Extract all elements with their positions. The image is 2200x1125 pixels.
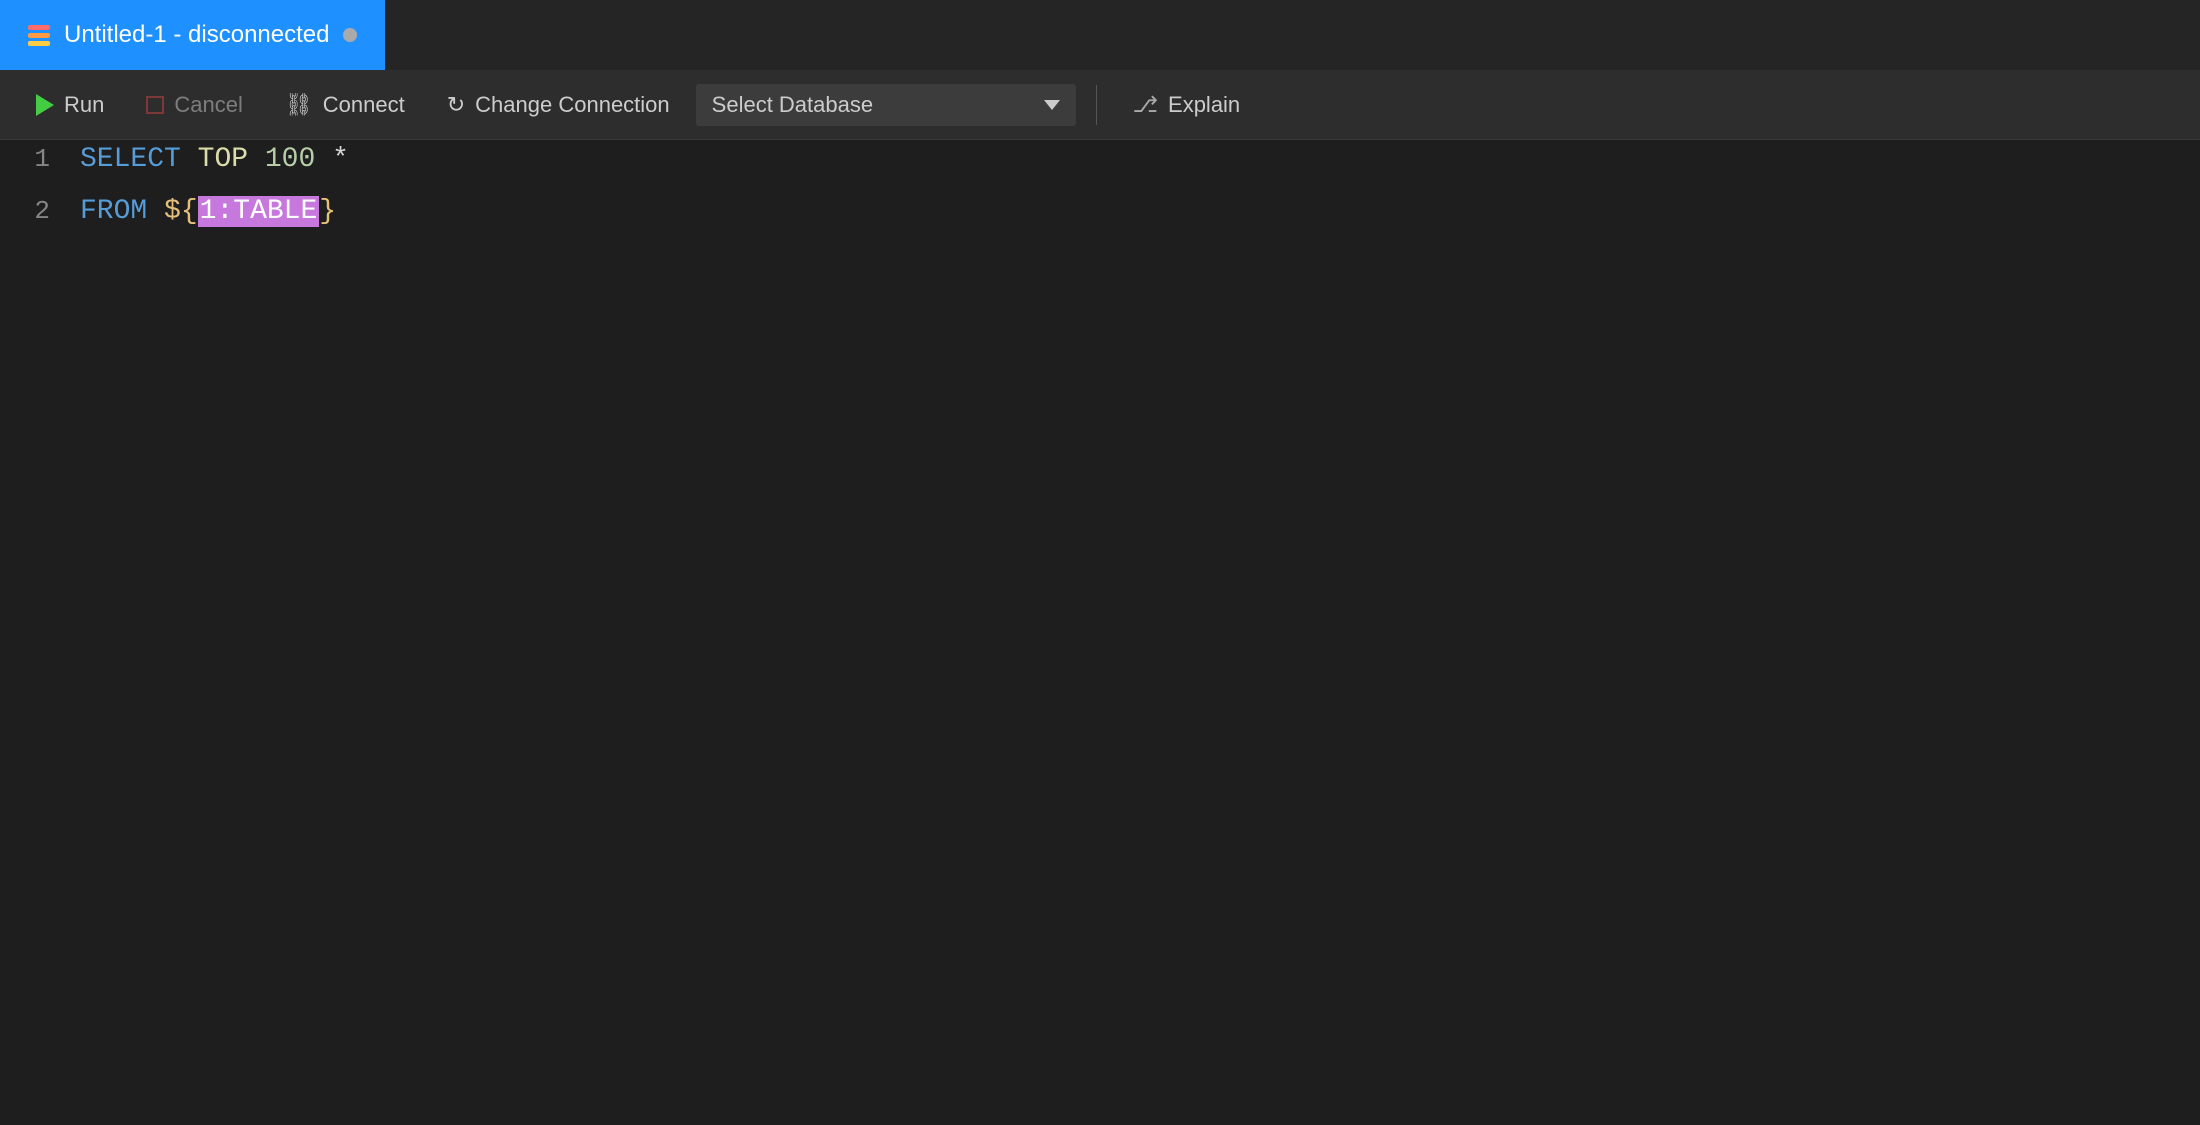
asterisk: * (332, 144, 349, 175)
snippet-content: 1:TABLE (198, 196, 320, 227)
keyword-select: SELECT (80, 144, 181, 175)
code-line-2: 2 FROM $ { 1:TABLE } (0, 192, 2200, 244)
toolbar-separator (1096, 85, 1097, 125)
code-content-2: FROM $ { 1:TABLE } (80, 196, 336, 227)
line-number-2: 2 (0, 196, 80, 226)
editor-area[interactable]: 1 SELECT TOP 100 * 2 FROM $ { 1:TABLE } (0, 140, 2200, 1125)
snippet-brace-close: } (319, 196, 336, 227)
snippet-dollar: $ (164, 196, 181, 227)
cancel-button[interactable]: Cancel (130, 84, 258, 126)
run-label: Run (64, 92, 104, 118)
explain-label: Explain (1168, 92, 1240, 118)
line-number-1: 1 (0, 144, 80, 174)
explain-icon: ⎇ (1133, 92, 1158, 118)
keyword-from: FROM (80, 196, 147, 227)
toolbar: Run Cancel ⛓ Connect ↻ Change Connection… (0, 70, 2200, 140)
change-connection-button[interactable]: ↻ Change Connection (431, 84, 686, 126)
explain-button[interactable]: ⎇ Explain (1117, 84, 1257, 126)
run-icon (36, 94, 54, 116)
cancel-label: Cancel (174, 92, 242, 118)
active-tab[interactable]: Untitled-1 - disconnected (0, 0, 385, 70)
chevron-down-icon (1044, 100, 1060, 110)
snippet-brace-open: { (181, 196, 198, 227)
value-100: 100 (265, 144, 315, 175)
keyword-top: TOP (198, 144, 248, 175)
run-button[interactable]: Run (20, 84, 120, 126)
connect-label: Connect (323, 92, 405, 118)
tab-unsaved-dot (343, 28, 357, 42)
connect-button[interactable]: ⛓ Connect (269, 84, 421, 126)
select-database-dropdown[interactable]: Select Database (696, 84, 1076, 126)
tab-bar: Untitled-1 - disconnected (0, 0, 2200, 70)
select-database-label: Select Database (712, 92, 1032, 118)
code-content-1: SELECT TOP 100 * (80, 144, 349, 175)
cancel-icon (146, 96, 164, 114)
change-connection-icon: ↻ (447, 92, 465, 118)
change-connection-label: Change Connection (475, 92, 669, 118)
database-icon (28, 25, 50, 46)
tab-title: Untitled-1 - disconnected (64, 21, 329, 49)
code-line-1: 1 SELECT TOP 100 * (0, 140, 2200, 192)
connect-icon: ⛓ (285, 92, 313, 118)
